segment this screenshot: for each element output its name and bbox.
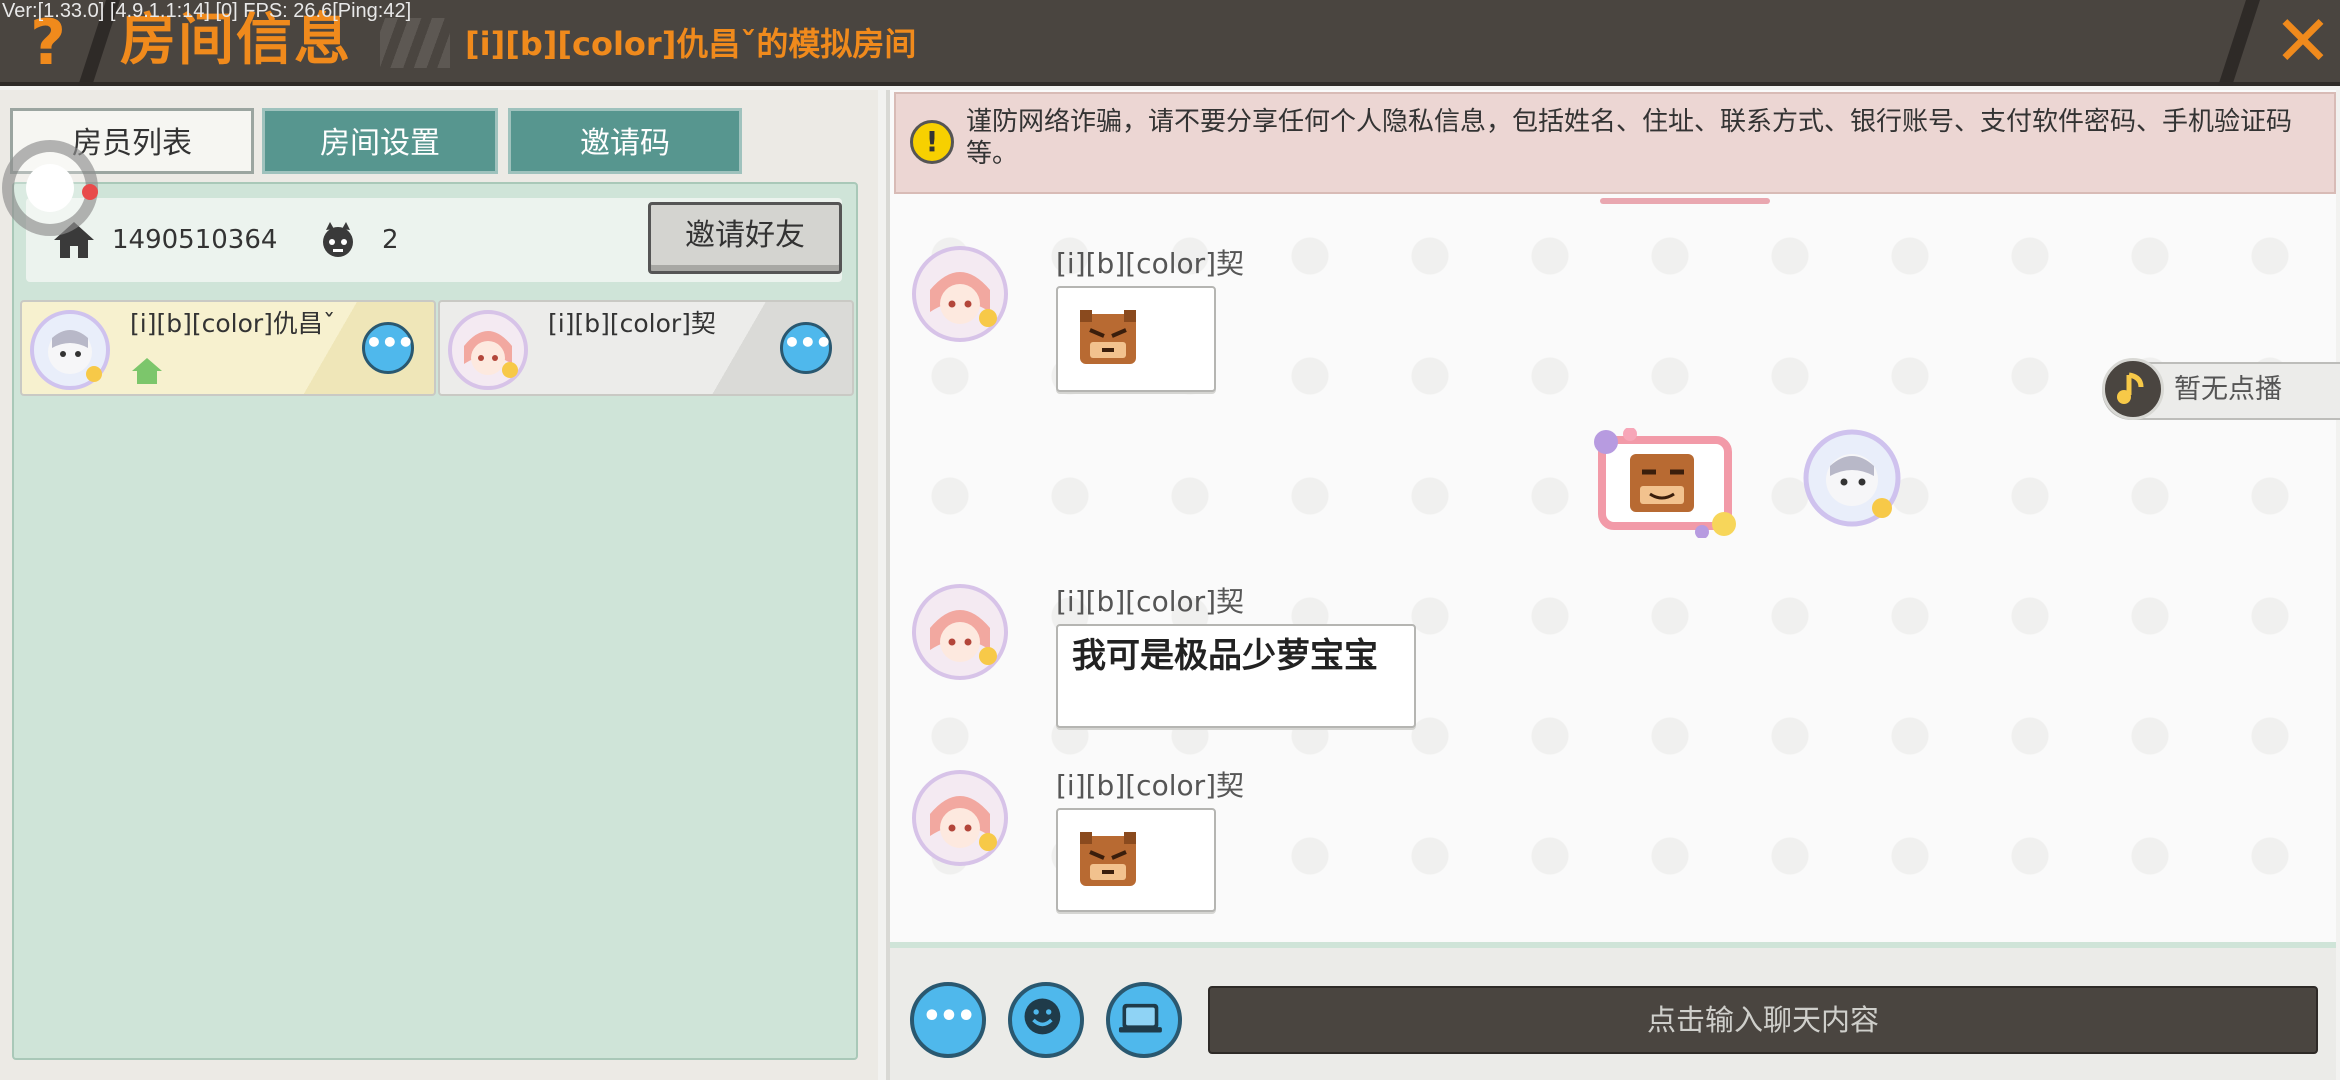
message-bubble (1056, 808, 1216, 912)
member-count: 2 (382, 225, 399, 255)
room-id: 1490510364 (112, 225, 278, 255)
fraud-warning-banner: ! 谨防网络诈骗，请不要分享任何个人隐私信息，包括姓名、住址、联系方式、银行账号… (894, 92, 2336, 194)
notification-dot (82, 184, 98, 200)
chat-input-field[interactable]: 点击输入聊天内容 (1208, 986, 2318, 1054)
member-panel: 房员列表 房间设置 邀请码 1490510364 2 邀请好友 [i][b][c… (0, 90, 878, 1080)
member-card[interactable]: [i][b][color]仇昌ˇ ••• (20, 300, 436, 396)
message-bubble: 我可是极品少萝宝宝 (1056, 624, 1416, 728)
music-status-label: 暂无点播 (2174, 374, 2282, 405)
chat-messages[interactable]: [i][b][color]契 [i][b][color]契 我可是极品少萝宝宝 … (890, 196, 2336, 936)
room-name: [i][b][color]仇昌ˇ的模拟房间 (465, 25, 917, 63)
tab-room-settings[interactable]: 房间设置 (262, 108, 498, 174)
room-info-bar: 1490510364 2 邀请好友 (26, 198, 842, 282)
warning-text: 谨防网络诈骗，请不要分享任何个人隐私信息，包括姓名、住址、联系方式、银行账号、支… (966, 107, 2293, 169)
chat-input-bar: ••• 点击输入聊天内容 (890, 942, 2336, 1080)
tab-invite-code[interactable]: 邀请码 (508, 108, 742, 174)
close-button[interactable]: ✕ (2270, 6, 2336, 76)
member-more-button[interactable]: ••• (780, 322, 833, 374)
emoji-button[interactable] (1008, 982, 1084, 1058)
angry-bear-icon (1080, 310, 1136, 364)
keyboard-button[interactable] (1106, 982, 1182, 1058)
room-owner-icon (132, 358, 162, 384)
message-bubble (1056, 286, 1216, 392)
frame-decoration (1600, 198, 1770, 204)
player-count-icon (323, 222, 353, 257)
warning-icon: ! (910, 120, 954, 164)
music-note-icon[interactable] (2102, 358, 2164, 420)
emoji-frame (1594, 428, 1736, 538)
member-name: [i][b][color]契 (548, 309, 716, 338)
avatar (912, 584, 1008, 680)
angry-bear-icon (1080, 832, 1136, 886)
chat-panel: ! 谨防网络诈骗，请不要分享任何个人隐私信息，包括姓名、住址、联系方式、银行账号… (886, 90, 2336, 1080)
invite-friends-button[interactable]: 邀请好友 (648, 202, 842, 274)
smiley-icon (1024, 998, 1061, 1035)
message-sender: [i][b][color]契 (1056, 247, 1245, 280)
avatar (1803, 429, 1901, 527)
message-sender: [i][b][color]契 (1056, 769, 1245, 802)
member-name: [i][b][color]仇昌ˇ (130, 309, 336, 338)
header-divider-right (2218, 0, 2260, 86)
message-sender: [i][b][color]契 (1056, 585, 1245, 618)
more-icon: ••• (922, 999, 976, 1034)
avatar (30, 310, 110, 390)
avatar (912, 246, 1008, 342)
more-options-button[interactable]: ••• (910, 982, 986, 1058)
avatar (912, 770, 1008, 866)
member-more-button[interactable]: ••• (362, 322, 415, 374)
debug-overlay: Ver:[1.33.0] [4.9.1.1:14] [0] FPS: 26.6[… (2, 0, 412, 22)
header-decoration (380, 18, 450, 68)
keyboard-icon (1118, 1003, 1162, 1033)
member-list-container: 1490510364 2 邀请好友 [i][b][color]仇昌ˇ ••• [… (12, 182, 858, 1060)
avatar (448, 310, 528, 390)
message-text: 我可是极品少萝宝宝 (1072, 636, 1378, 676)
member-card[interactable]: [i][b][color]契 ••• (438, 300, 854, 396)
